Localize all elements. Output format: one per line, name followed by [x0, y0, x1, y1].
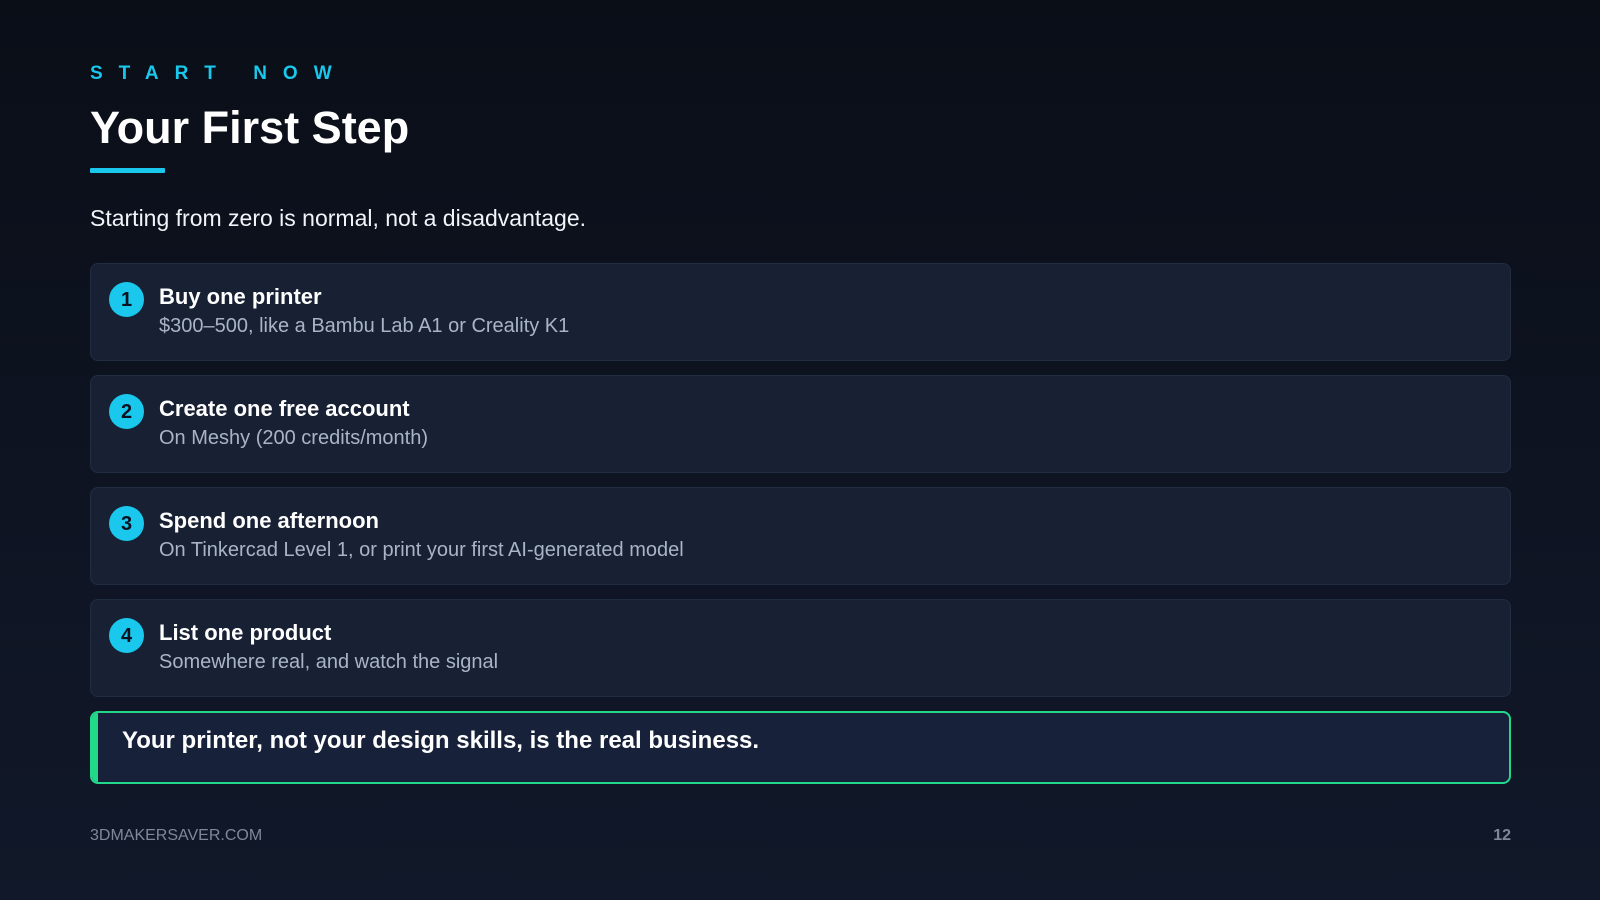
step-title: Buy one printer: [159, 284, 322, 309]
step-description: Somewhere real, and watch the signal: [159, 651, 499, 673]
title-underline: [90, 168, 165, 173]
step-card: 1 Buy one printer $300–500, like a Bambu…: [90, 263, 1511, 361]
step-description: On Tinkercad Level 1, or print your firs…: [159, 539, 684, 561]
step-card: 2 Create one free account On Meshy (200 …: [90, 375, 1511, 473]
eyebrow-label: START NOW: [90, 63, 348, 84]
step-number-badge: 4: [109, 618, 144, 653]
step-number-badge: 2: [109, 394, 144, 429]
step-card: 4 List one product Somewhere real, and w…: [90, 599, 1511, 697]
step-title: Create one free account: [159, 396, 410, 421]
step-title: Spend one afternoon: [159, 508, 379, 533]
slide: START NOW Your First Step Starting from …: [0, 0, 1600, 900]
step-description: $300–500, like a Bambu Lab A1 or Crealit…: [159, 315, 570, 337]
slide-subtitle: Starting from zero is normal, not a disa…: [90, 205, 587, 231]
slide-title: Your First Step: [90, 102, 410, 153]
callout-text: Your printer, not your design skills, is…: [122, 727, 760, 754]
step-card: 3 Spend one afternoon On Tinkercad Level…: [90, 487, 1511, 585]
step-title: List one product: [159, 620, 332, 645]
footer-site-label: 3DMAKERSAVER.COM: [90, 827, 263, 844]
step-description: On Meshy (200 credits/month): [159, 427, 428, 449]
callout-box: Your printer, not your design skills, is…: [90, 711, 1511, 784]
steps-list: 1 Buy one printer $300–500, like a Bambu…: [90, 263, 1511, 711]
step-number-badge: 3: [109, 506, 144, 541]
page-number: 12: [1493, 827, 1511, 844]
step-number-badge: 1: [109, 282, 144, 317]
callout-accent-bar: [92, 713, 98, 782]
